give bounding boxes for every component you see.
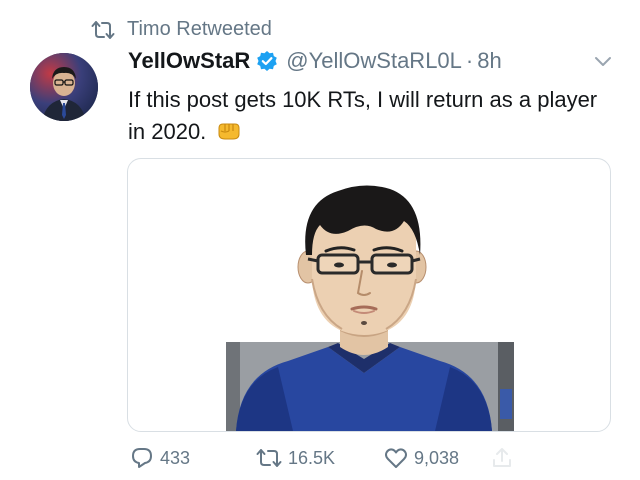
share-icon bbox=[493, 448, 511, 467]
like-button[interactable]: 9,038 bbox=[384, 446, 459, 470]
timestamp[interactable]: 8h bbox=[477, 48, 501, 74]
tweet-header: YellOwStaR @YellOwStaRL0L · 8h bbox=[128, 48, 502, 74]
reply-count: 433 bbox=[160, 447, 191, 468]
display-name[interactable]: YellOwStaR bbox=[128, 48, 250, 74]
chevron-down-icon[interactable] bbox=[594, 56, 612, 68]
user-handle[interactable]: @YellOwStaRL0L bbox=[286, 48, 462, 74]
reply-icon bbox=[132, 448, 152, 468]
avatar[interactable] bbox=[30, 53, 98, 121]
share-button[interactable] bbox=[490, 446, 520, 470]
reply-button[interactable]: 433 bbox=[130, 446, 190, 470]
retweet-context: Timo Retweeted bbox=[91, 18, 272, 41]
tweet-text: If this post gets 10K RTs, I will return… bbox=[128, 87, 598, 144]
retweet-icon bbox=[256, 449, 282, 467]
retweet-button[interactable]: 16.5K bbox=[256, 446, 335, 470]
verified-badge-icon bbox=[257, 51, 278, 71]
tweet-actions: 433 16.5K 9,038 bbox=[130, 446, 610, 474]
oncoming-fist-emoji bbox=[218, 123, 240, 140]
tweet-card[interactable]: Timo Retweeted YellOwStaR @YellOwStaRL0L… bbox=[0, 0, 640, 480]
separator-dot: · bbox=[465, 48, 474, 73]
retweet-label: Timo Retweeted bbox=[127, 18, 272, 40]
like-count: 9,038 bbox=[414, 447, 460, 468]
tweet-text-container: If this post gets 10K RTs, I will return… bbox=[128, 84, 608, 148]
retweet-icon bbox=[91, 20, 115, 39]
retweet-count: 16.5K bbox=[288, 447, 336, 468]
tweet-media-image[interactable] bbox=[127, 158, 611, 432]
heart-icon bbox=[385, 448, 407, 468]
